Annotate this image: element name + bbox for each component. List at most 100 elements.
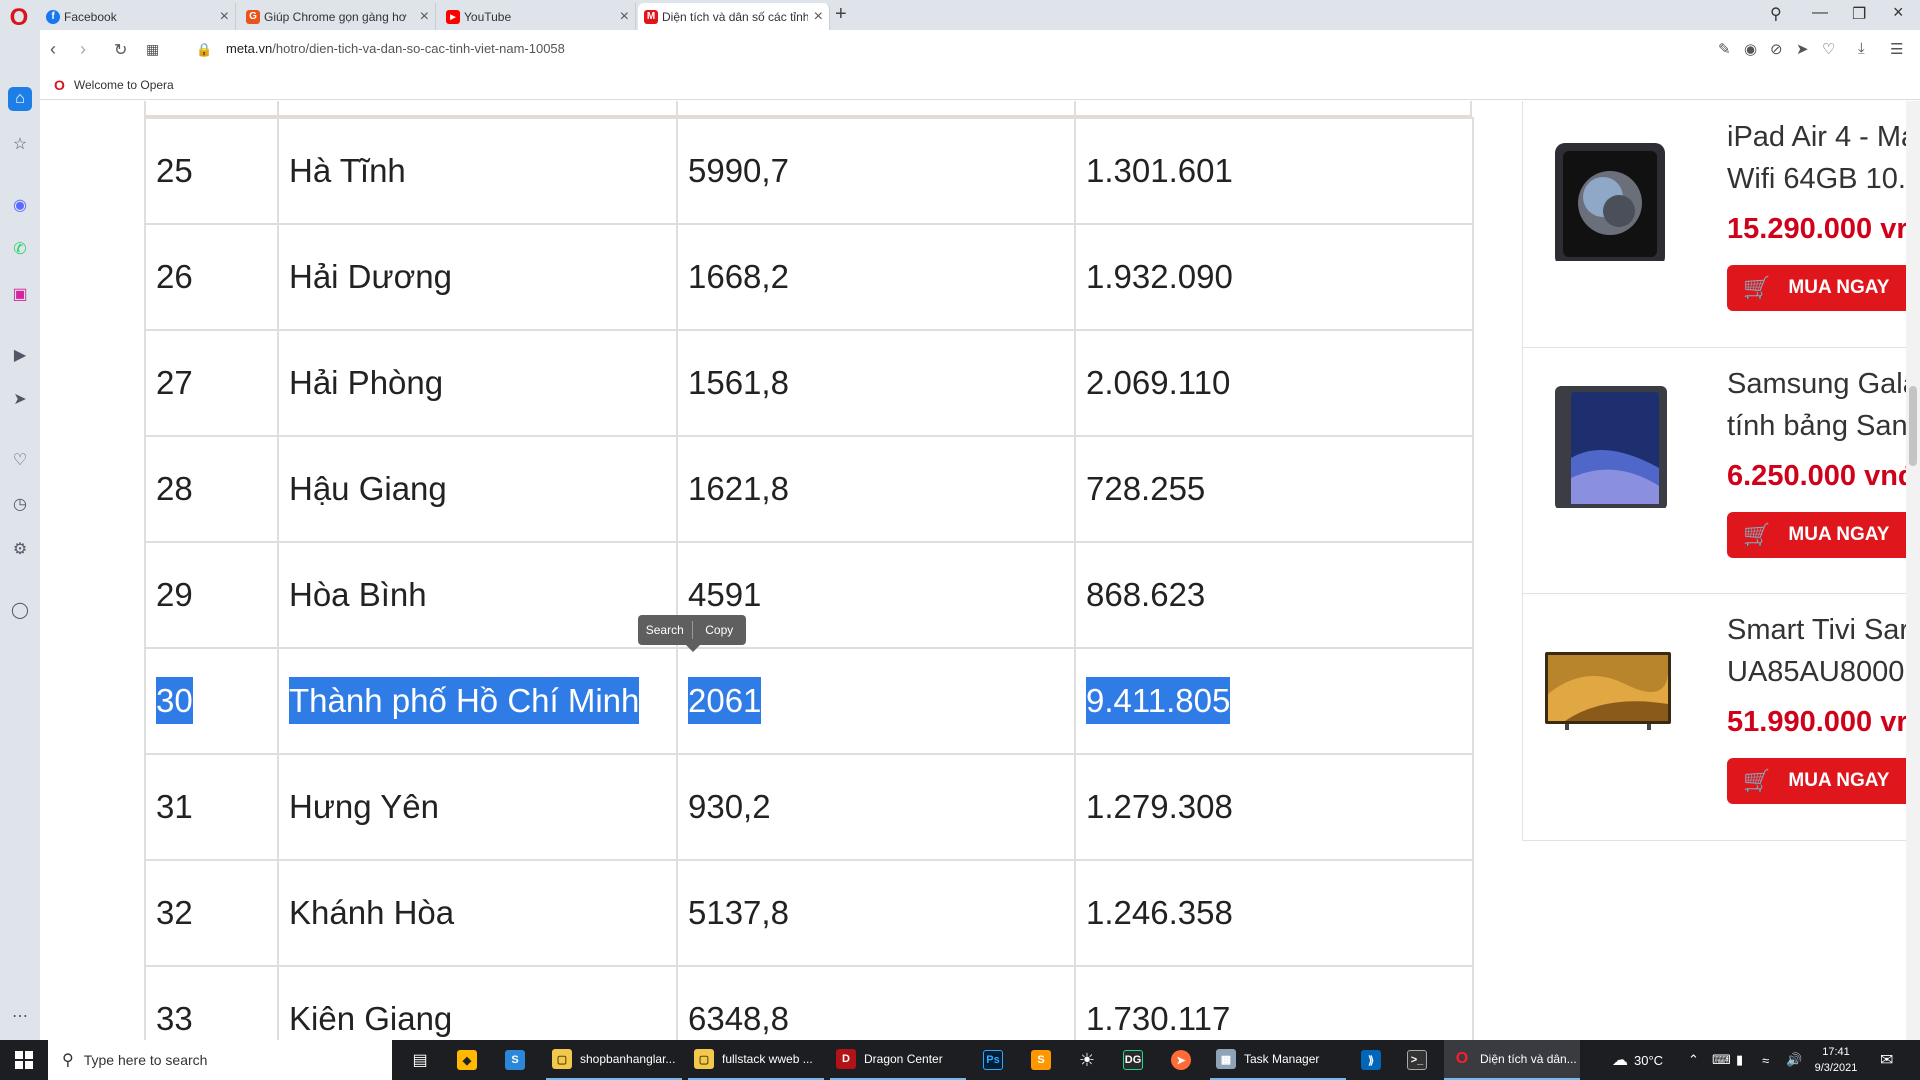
product-name[interactable]: Samsung Gala tính bảng San (1727, 363, 1906, 447)
app-icon-1[interactable]: ◆ (452, 1040, 482, 1080)
taskbar-search-input[interactable]: ⚲ Type here to search (48, 1040, 392, 1080)
heart-icon[interactable]: ♡ (8, 448, 32, 472)
product-name[interactable]: Smart Tivi Sar UA85AU8000 (1727, 609, 1906, 693)
table-row: 26 Hải Dương 1668,2 1.932.090 (144, 223, 1474, 331)
lightbulb-icon[interactable]: ◯ (8, 598, 32, 622)
taskbar-clock[interactable]: 17:41 9/3/2021 (1806, 1044, 1866, 1076)
postman-icon[interactable]: ➤ (1166, 1040, 1196, 1080)
cell-text-population: 1.279.308 (1086, 788, 1233, 825)
cell-text-population: 1.301.601 (1086, 152, 1233, 189)
messenger-icon[interactable]: ◉ (8, 193, 32, 217)
close-icon[interactable]: × (220, 8, 229, 26)
url-field[interactable]: meta.vn/hotro/dien-tich-va-dan-so-cac-ti… (226, 41, 565, 56)
instagram-icon[interactable]: ▣ (8, 282, 32, 306)
cell-text-population: 1.246.358 (1086, 894, 1233, 931)
taskbar-app-dragon-center[interactable]: D Dragon Center (830, 1040, 966, 1080)
volume-icon[interactable]: 🔊 (1786, 1040, 1802, 1080)
opera-small-icon: O (54, 77, 65, 93)
bookmark-heart-icon[interactable]: ♡ (1822, 40, 1835, 58)
cell-text-area: 5990,7 (688, 152, 789, 189)
opera-logo-icon[interactable]: O (7, 6, 31, 30)
photoshop-icon[interactable]: Ps (978, 1040, 1008, 1080)
reload-button[interactable]: ↻ (114, 40, 127, 60)
product-name[interactable]: iPad Air 4 - Ma Wifi 64GB 10. (1727, 116, 1906, 200)
home-icon[interactable]: ⌂ (8, 87, 32, 111)
keyboard-icon[interactable]: ⌨ (1712, 1040, 1731, 1080)
table-cell-name: Hải Phòng (277, 329, 678, 437)
dragon-icon: D (836, 1049, 856, 1069)
buy-now-button[interactable]: 🛒 MUA NGAY (1727, 512, 1906, 558)
table-cell-area: 1621,8 (676, 435, 1076, 543)
table-cell-population: 2.069.110 (1074, 329, 1474, 437)
buy-now-button[interactable]: 🛒 MUA NGAY (1727, 265, 1906, 311)
download-icon[interactable]: ⤓ (1858, 40, 1865, 57)
scrollbar-thumb[interactable] (1909, 386, 1917, 466)
sun-app-icon[interactable]: ☀ (1072, 1040, 1102, 1080)
tabs-grid-icon[interactable]: ▦ (146, 41, 159, 58)
popup-copy-button[interactable]: Copy (693, 623, 747, 637)
player-icon[interactable]: ▶ (8, 343, 32, 367)
taskbar-app-explorer-1[interactable]: ▢ shopbanhanglar... (546, 1040, 682, 1080)
app-icon-2[interactable]: S (500, 1040, 530, 1080)
history-icon[interactable]: ◷ (8, 492, 32, 516)
cell-text-name: Hải Dương (289, 258, 452, 295)
send-icon[interactable]: ➤ (8, 387, 32, 411)
forward-button[interactable]: › (80, 39, 86, 60)
table-cell-area: 5990,7 (676, 117, 1076, 225)
product-card[interactable]: Samsung Gala tính bảng San 6.250.000 vnđ… (1523, 347, 1906, 591)
tab-youtube[interactable]: ▶ YouTube × (440, 3, 636, 30)
terminal-icon[interactable]: >_ (1402, 1040, 1432, 1080)
battery-icon[interactable]: ▮ (1736, 1040, 1743, 1080)
sublime-icon[interactable]: S (1026, 1040, 1056, 1080)
windows-start-icon[interactable] (0, 1040, 48, 1080)
more-icon[interactable]: ⋯ (8, 1004, 32, 1028)
close-icon[interactable]: × (814, 8, 823, 26)
bookmarks-bar: O Welcome to Opera (40, 70, 1920, 100)
datagrip-icon[interactable]: DG (1118, 1040, 1148, 1080)
taskbar-app-explorer-2[interactable]: ▢ fullstack wweb ... (688, 1040, 824, 1080)
vscode-icon[interactable]: ⟫ (1356, 1040, 1386, 1080)
tab-facebook[interactable]: f Facebook × (40, 3, 236, 30)
cell-text-no: 27 (156, 364, 193, 401)
taskbar-app-opera[interactable]: O Diện tích và dân... (1444, 1040, 1580, 1080)
facebook-icon: f (46, 9, 60, 24)
search-tabs-icon[interactable]: ⚲ (1770, 4, 1782, 24)
easy-setup-icon[interactable]: ☰ (1890, 40, 1903, 58)
restore-button[interactable]: ❐ (1852, 4, 1866, 24)
cell-text-no: 29 (156, 576, 193, 613)
camera-icon[interactable]: ◉ (1744, 40, 1757, 58)
bookmark-welcome[interactable]: O Welcome to Opera (54, 77, 174, 93)
wifi-icon[interactable]: ≈ (1762, 1040, 1769, 1080)
flow-icon[interactable]: ➤ (1796, 40, 1809, 58)
tab-giup-chrome[interactable]: G Giúp Chrome gọn gàng hơ × (240, 3, 436, 30)
windows-taskbar: ⚲ Type here to search ▤ ◆ S ▢ shopbanhan… (0, 1040, 1920, 1080)
edit-icon[interactable]: ✎ (1718, 40, 1731, 58)
speed-dial-icon[interactable]: ☆ (8, 132, 32, 156)
close-icon[interactable]: × (620, 8, 629, 26)
product-card[interactable]: Smart Tivi Sar UA85AU8000 51.990.000 vr … (1523, 593, 1906, 837)
close-icon[interactable]: × (420, 8, 429, 26)
task-view-icon[interactable]: ▤ (405, 1040, 435, 1080)
popup-search-button[interactable]: Search (638, 623, 692, 637)
table-row: 30 Thành phố Hồ Chí Minh 2061 9.411.805 (144, 647, 1474, 755)
minimize-button[interactable]: — (1812, 4, 1828, 22)
page-scrollbar[interactable] (1906, 101, 1920, 1040)
new-tab-button[interactable]: + (835, 3, 847, 26)
taskbar-app-task-manager[interactable]: ▦ Task Manager (1210, 1040, 1346, 1080)
tab-meta-active[interactable]: M Diện tích và dân số các tỉnh × (638, 3, 830, 30)
task-manager-icon: ▦ (1216, 1049, 1236, 1069)
weather-widget[interactable]: ☁ 30°C (1612, 1040, 1663, 1080)
settings-gear-icon[interactable]: ⚙ (8, 537, 32, 561)
table-cell-no: 29 (144, 541, 279, 649)
close-window-button[interactable]: × (1893, 2, 1904, 23)
cell-text-population: 728.255 (1086, 470, 1206, 507)
back-button[interactable]: ‹ (50, 39, 56, 60)
table-cell-area: 6348,8 (676, 965, 1076, 1040)
adblock-icon[interactable]: ⊘ (1770, 40, 1783, 58)
tray-chevron-icon[interactable]: ⌃ (1688, 1040, 1699, 1080)
product-card[interactable]: iPad Air 4 - Ma Wifi 64GB 10. 15.290.000… (1523, 101, 1906, 345)
cell-text-no: 33 (156, 1000, 193, 1037)
notifications-icon[interactable]: ✉ (1880, 1040, 1893, 1080)
whatsapp-icon[interactable]: ✆ (8, 237, 32, 261)
buy-now-button[interactable]: 🛒 MUA NGAY (1727, 758, 1906, 804)
